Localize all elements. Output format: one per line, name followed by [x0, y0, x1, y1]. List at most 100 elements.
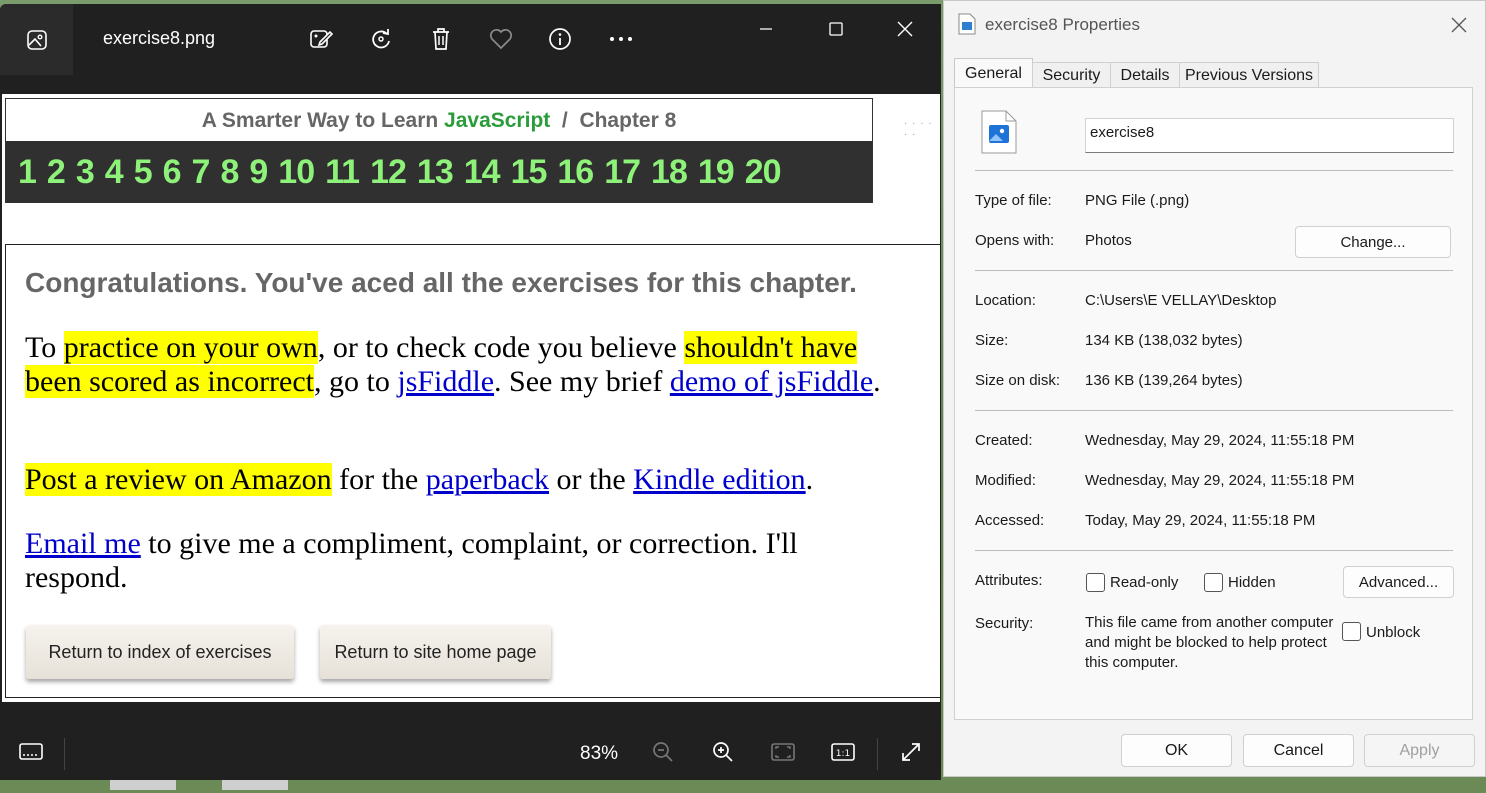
png-file-icon — [981, 110, 1017, 159]
created-label: Created: — [975, 432, 1033, 449]
chapter-number-link[interactable]: 10 — [278, 153, 315, 192]
viewer-titlebar: exercise8.png — [0, 4, 941, 75]
chapter-number-link[interactable]: 9 — [249, 153, 268, 192]
rotate-icon[interactable] — [366, 24, 396, 54]
edit-image-icon[interactable] — [306, 24, 336, 54]
zoom-out-icon[interactable] — [649, 738, 677, 766]
svg-text:1:1: 1:1 — [836, 749, 850, 759]
dialog-title: exercise8 Properties — [985, 15, 1140, 34]
text: . — [805, 463, 814, 496]
change-button[interactable]: Change... — [1295, 226, 1451, 258]
tab-previous-versions[interactable]: Previous Versions — [1179, 62, 1319, 88]
chapter-number-link[interactable]: 14 — [464, 153, 501, 192]
type-value: PNG File (.png) — [1085, 192, 1190, 209]
maximize-icon[interactable] — [813, 14, 859, 44]
chapter-number-link[interactable]: 7 — [192, 153, 211, 192]
chapter-number-link[interactable]: 15 — [511, 153, 548, 192]
chapter-number-link[interactable]: 5 — [134, 153, 153, 192]
chapter-number-link[interactable]: 17 — [604, 153, 641, 192]
filename-input[interactable]: exercise8 — [1085, 118, 1454, 153]
general-tab-panel: exercise8 Type of file: PNG File (.png) … — [954, 87, 1473, 720]
paperback-link[interactable]: paperback — [426, 463, 549, 496]
hidden-checkbox[interactable] — [1204, 573, 1223, 592]
highlight-text: Post a review on Amazon — [25, 463, 332, 496]
jsfiddle-link[interactable]: jsFiddle — [397, 365, 494, 398]
title-javascript: JavaScript — [444, 109, 551, 132]
tab-general[interactable]: General — [954, 58, 1033, 88]
demo-jsfiddle-link[interactable]: demo of jsFiddle — [670, 365, 873, 398]
chapter-number-link[interactable]: 19 — [698, 153, 735, 192]
chapter-number-link[interactable]: 8 — [220, 153, 239, 192]
chapter-number-link[interactable]: 20 — [745, 153, 782, 192]
modified-value: Wednesday, May 29, 2024, 11:55:18 PM — [1085, 472, 1355, 489]
text: , or to check code you believe — [317, 331, 685, 364]
title-chapter: / Chapter 8 — [550, 109, 677, 132]
type-label: Type of file: — [975, 192, 1052, 209]
chapter-number-link[interactable]: 13 — [417, 153, 454, 192]
photos-viewer-window: exercise8.png A Smarter Way to Learn Jav… — [0, 4, 941, 780]
apply-button[interactable]: Apply — [1364, 734, 1475, 767]
size-on-disk-label: Size on disk: — [975, 372, 1061, 389]
delete-icon[interactable] — [426, 24, 456, 54]
unblock-checkbox[interactable] — [1342, 622, 1361, 641]
fullscreen-icon[interactable] — [897, 738, 925, 766]
hidden-label: Hidden — [1228, 574, 1276, 591]
opens-with-label: Opens with: — [975, 232, 1055, 249]
close-icon[interactable] — [882, 14, 928, 44]
security-message: This file came from another computer and… — [1085, 614, 1334, 671]
taskbar-thumbnail — [110, 780, 176, 790]
divider — [975, 410, 1453, 411]
content-panel: Congratulations. You've aced all the exe… — [5, 244, 940, 698]
size-label: Size: — [975, 332, 1009, 349]
properties-dialog: exercise8 Properties General Security De… — [943, 0, 1486, 777]
actual-size-icon[interactable]: 1:1 — [829, 738, 857, 766]
fit-to-window-icon[interactable] — [769, 738, 797, 766]
email-paragraph: Email me to give me a compliment, compla… — [25, 527, 885, 595]
divider — [877, 738, 878, 770]
chapter-number-link[interactable]: 18 — [651, 153, 688, 192]
practice-paragraph: To practice on your own, or to check cod… — [25, 331, 915, 399]
chapter-number-link[interactable]: 12 — [370, 153, 407, 192]
chapter-number-link[interactable]: 11 — [325, 153, 360, 192]
chapter-number-link[interactable]: 16 — [557, 153, 594, 192]
email-me-link[interactable]: Email me — [25, 527, 141, 560]
tab-details[interactable]: Details — [1110, 62, 1180, 88]
dotted-divider: · · · · · · — [904, 118, 933, 140]
minimize-icon[interactable] — [743, 14, 789, 44]
tab-security[interactable]: Security — [1032, 62, 1111, 88]
kindle-edition-link[interactable]: Kindle edition — [633, 463, 805, 496]
location-value: C:\Users\E VELLAY\Desktop — [1085, 292, 1277, 309]
zoom-in-icon[interactable] — [709, 738, 737, 766]
taskbar-thumbnail — [222, 780, 288, 790]
chapter-number-link[interactable]: 4 — [105, 153, 124, 192]
return-index-button[interactable]: Return to index of exercises — [26, 625, 294, 679]
photos-app-icon[interactable] — [0, 4, 73, 75]
divider — [975, 550, 1453, 551]
favorite-heart-icon[interactable] — [486, 24, 516, 54]
readonly-checkbox[interactable] — [1086, 573, 1105, 592]
unblock-label: Unblock — [1366, 624, 1421, 641]
review-paragraph: Post a review on Amazon for the paperbac… — [25, 463, 915, 497]
ok-button[interactable]: OK — [1121, 734, 1232, 767]
displayed-image: A Smarter Way to Learn JavaScript / Chap… — [2, 94, 940, 702]
zoom-level: 83% — [580, 743, 619, 764]
chapter-number-bar: 1 2 3 4 5 6 7 8 9 10 11 12 13 14 15 16 17 18 19 20 — [6, 141, 872, 203]
more-options-icon[interactable] — [606, 24, 636, 54]
filmstrip-icon[interactable] — [17, 738, 45, 766]
advanced-button[interactable]: Advanced... — [1343, 566, 1454, 598]
info-icon[interactable] — [545, 24, 575, 54]
chapter-number-link[interactable]: 6 — [163, 153, 182, 192]
text: To — [25, 331, 64, 364]
chapter-number-link[interactable]: 1 — [18, 153, 37, 192]
security-label: Security: — [975, 615, 1034, 632]
accessed-label: Accessed: — [975, 512, 1045, 529]
cancel-button[interactable]: Cancel — [1243, 734, 1354, 767]
attributes-label: Attributes: — [975, 572, 1043, 589]
close-icon[interactable] — [1444, 11, 1474, 39]
file-icon — [958, 13, 976, 40]
chapter-number-link[interactable]: 2 — [47, 153, 66, 192]
chapter-number-link[interactable]: 3 — [76, 153, 95, 192]
highlight-text: practice on your own — [63, 331, 318, 364]
size-value: 134 KB (138,032 bytes) — [1085, 332, 1243, 349]
return-home-button[interactable]: Return to site home page — [320, 625, 551, 679]
